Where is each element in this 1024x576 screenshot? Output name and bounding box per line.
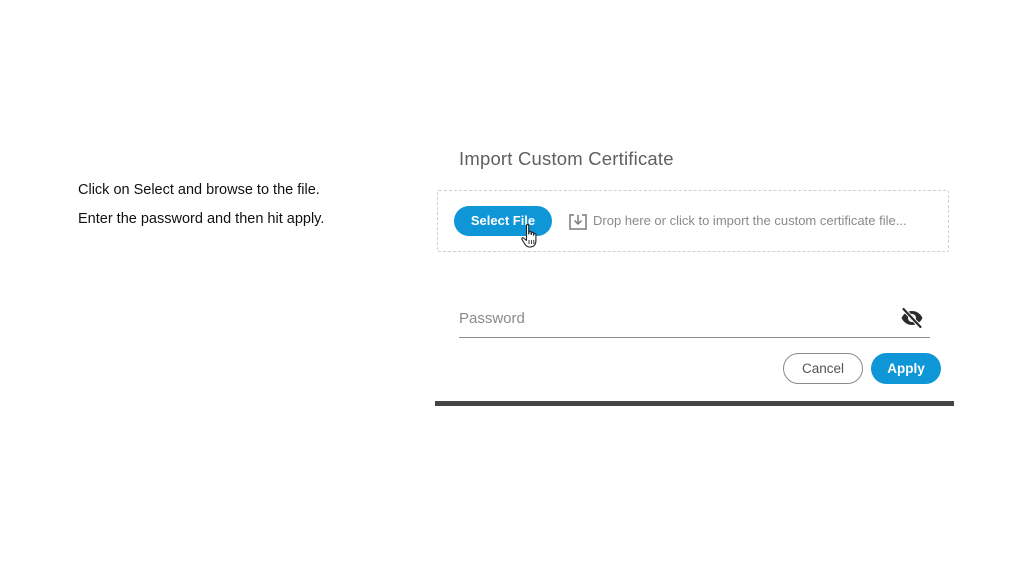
hand-pointer-icon (520, 223, 540, 249)
file-drop-zone[interactable]: Select File Drop here or click to import… (437, 190, 949, 252)
slide: Click on Select and browse to the file. … (0, 0, 1024, 576)
eye-off-icon[interactable] (900, 306, 924, 330)
instruction-line-2: Enter the password and then hit apply. (78, 211, 325, 227)
import-certificate-dialog: Import Custom Certificate Select File Dr… (435, 140, 954, 406)
dialog-bottom-border (435, 401, 954, 406)
password-field (459, 300, 930, 338)
dialog-title: Import Custom Certificate (459, 148, 674, 169)
cancel-button[interactable]: Cancel (783, 353, 863, 384)
instructions: Click on Select and browse to the file. … (78, 176, 408, 234)
password-input[interactable] (459, 306, 879, 330)
instruction-line-1: Click on Select and browse to the file. (78, 182, 320, 198)
apply-button[interactable]: Apply (871, 353, 941, 384)
drop-zone-text[interactable]: Drop here or click to import the custom … (593, 213, 907, 228)
download-tray-icon (568, 212, 588, 232)
